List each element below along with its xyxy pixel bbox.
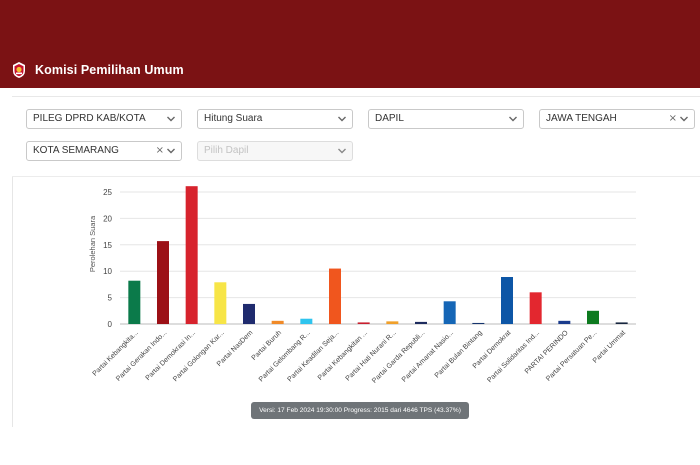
x-tick-label: Partai Garda Republi... [371, 329, 426, 384]
y-tick-label: 0 [108, 320, 113, 329]
bar[interactable] [128, 280, 141, 324]
bar[interactable] [472, 322, 485, 324]
bar[interactable] [329, 268, 341, 324]
progress-tooltip: Versi: 17 Feb 2024 19:30:00 Progress: 20… [251, 402, 469, 419]
bar[interactable] [415, 321, 427, 324]
x-tick-label: Partai Gelombang R... [258, 329, 312, 383]
y-tick-label: 5 [108, 294, 113, 303]
x-tick-label: Partai Demokrasi In... [145, 329, 198, 382]
bar[interactable] [443, 301, 456, 324]
bar[interactable] [501, 277, 513, 324]
chart-y-axis: 0 5 10 15 20 25 [103, 188, 112, 329]
x-tick-label: Partai Amanat Nasio... [401, 329, 455, 383]
bar[interactable] [587, 310, 599, 324]
bar[interactable] [615, 322, 628, 324]
x-tick-label: Partai Bulan Bintang [434, 329, 484, 379]
chart-x-labels: Partai Kebangkita...Partai Gerakan Indo.… [92, 329, 628, 385]
x-tick-label: Partai Kebangkita... [92, 329, 140, 377]
x-tick-label: Partai Kebangkitan ... [317, 329, 369, 381]
vote-bar-chart: 0 5 10 15 20 25 Perolehan Suara Partai Kebang… [88, 186, 636, 385]
y-tick-label: 20 [103, 214, 112, 223]
bar[interactable] [157, 241, 169, 324]
bar[interactable] [529, 292, 542, 324]
bar[interactable] [243, 303, 255, 324]
y-tick-label: 10 [103, 267, 112, 276]
y-tick-label: 15 [103, 241, 112, 250]
bar[interactable] [300, 318, 313, 324]
x-tick-label: Partai Golongan Kar... [172, 329, 226, 383]
bar[interactable] [214, 282, 227, 324]
x-tick-label: Partai Solidaritas Ind... [486, 329, 541, 384]
bar[interactable] [558, 320, 571, 324]
bar[interactable] [357, 322, 370, 324]
y-tick-label: 25 [103, 188, 112, 197]
chart-bars [128, 186, 628, 324]
bar[interactable] [386, 321, 399, 324]
x-tick-label: Partai Gerakan Indo... [115, 329, 168, 382]
x-tick-label: Partai Keadilan Seja... [286, 329, 340, 383]
y-axis-label: Perolehan Suara [88, 215, 97, 272]
bar[interactable] [185, 186, 198, 324]
x-tick-label: Partai Hati Nurani R... [345, 329, 398, 382]
x-tick-label: Partai Persatuan Pe... [545, 329, 598, 382]
bar[interactable] [271, 320, 284, 324]
